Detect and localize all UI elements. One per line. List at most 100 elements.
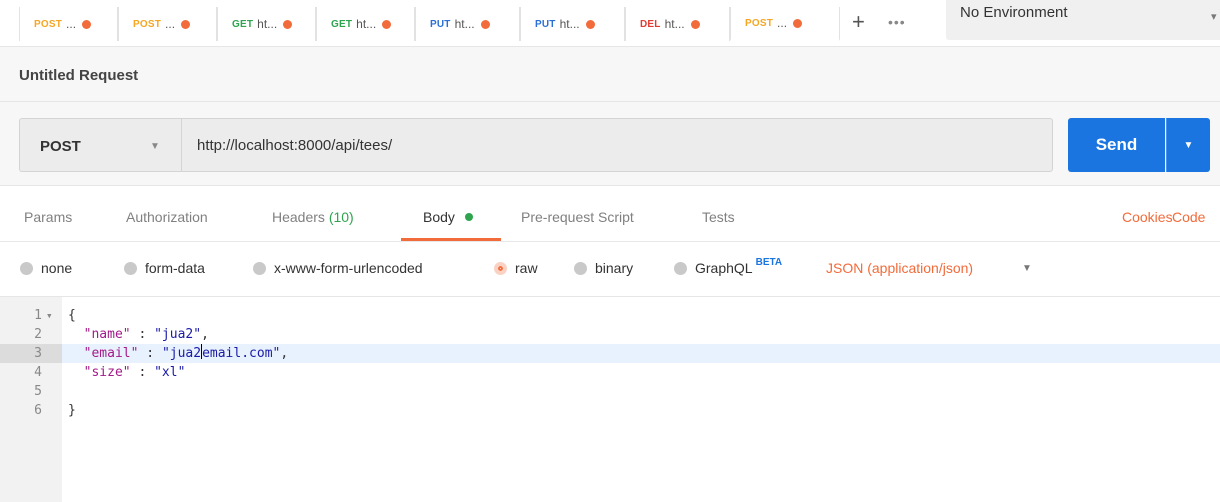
json-separator: :: [130, 365, 155, 380]
request-tab[interactable]: POST ...: [19, 7, 118, 41]
tab-method-label: POST: [34, 18, 63, 30]
unsaved-dot-icon: [283, 19, 293, 29]
request-title[interactable]: Untitled Request: [19, 67, 138, 84]
tab-params[interactable]: Params: [24, 209, 72, 225]
code-line: 1 ▾ {: [0, 306, 1220, 325]
tab-prerequest-script[interactable]: Pre-request Script: [521, 209, 634, 225]
request-tab[interactable]: POST ...: [118, 7, 217, 41]
radio-circle-icon: [674, 261, 687, 275]
tab-title: ht...: [559, 17, 580, 31]
tab-method-label: GET: [331, 18, 353, 30]
json-key: "size": [83, 365, 131, 380]
request-tab[interactable]: DEL ht...: [625, 7, 730, 41]
radio-binary-label: binary: [595, 260, 634, 276]
json-value: "jua2": [154, 327, 202, 342]
unsaved-dot-icon: [585, 19, 595, 29]
beta-badge: BETA: [755, 256, 783, 268]
tab-title: ht...: [257, 17, 278, 31]
tab-headers[interactable]: Headers (10): [272, 209, 354, 225]
json-value: email.com": [202, 346, 281, 361]
line-number: 3: [34, 346, 42, 361]
tab-title: ...: [66, 17, 77, 31]
fold-toggle-icon[interactable]: ▾: [46, 306, 53, 325]
radio-selected-icon: [494, 261, 507, 275]
tab-tests[interactable]: Tests: [702, 209, 735, 225]
code-text: }: [68, 401, 76, 420]
json-key: "email": [83, 346, 139, 361]
radio-graphql-label: GraphQL: [695, 260, 753, 276]
code-text: {: [68, 306, 76, 325]
brace-close: }: [68, 403, 76, 418]
tab-body[interactable]: Body: [423, 209, 473, 225]
request-name-bar: Untitled Request: [0, 47, 1220, 102]
chevron-down-icon: ▾: [1211, 11, 1217, 23]
body-status-dot-icon: [464, 213, 473, 221]
send-button[interactable]: Send: [1068, 118, 1165, 172]
unsaved-dot-icon: [793, 18, 803, 28]
tab-method-label: POST: [133, 18, 162, 30]
body-code-editor[interactable]: 1 ▾ { 2 "name" : "jua2", 3 "email" : "ju…: [0, 296, 1220, 502]
code-text: "size" : "xl": [68, 363, 186, 382]
radio-form-data[interactable]: form-data: [124, 260, 205, 276]
tab-title: ht...: [664, 17, 685, 31]
tab-method-label: POST: [745, 17, 774, 29]
radio-urlencoded-label: x-www-form-urlencoded: [274, 260, 423, 276]
request-tab-active[interactable]: POST ...: [730, 7, 840, 41]
tab-method-label: PUT: [430, 18, 451, 30]
tab-title: ht...: [454, 17, 475, 31]
radio-raw[interactable]: raw: [494, 260, 538, 276]
radio-none[interactable]: none: [20, 260, 72, 276]
code-text: "name" : "jua2",: [68, 325, 209, 344]
code-text: "email" : "jua2email.com",: [68, 344, 288, 363]
radio-urlencoded[interactable]: x-www-form-urlencoded: [253, 260, 423, 276]
tab-title: ht...: [356, 17, 377, 31]
unsaved-dot-icon: [82, 19, 92, 29]
radio-raw-label: raw: [515, 260, 538, 276]
unsaved-dot-icon: [382, 19, 392, 29]
content-type-select[interactable]: JSON (application/json): [826, 260, 973, 276]
request-tab[interactable]: GET ht...: [316, 7, 415, 41]
tab-title: ...: [777, 16, 788, 30]
code-link[interactable]: Code: [1172, 209, 1205, 225]
headers-count-badge: (10): [328, 209, 354, 225]
radio-form-data-label: form-data: [145, 260, 205, 276]
request-section-tabs: Params Authorization Headers (10) Body P…: [0, 186, 1220, 242]
line-number: 1: [34, 308, 42, 323]
new-tab-plus-icon[interactable]: +: [852, 11, 865, 33]
method-select[interactable]: POST ▼: [19, 118, 182, 172]
json-key: "name": [83, 327, 131, 342]
radio-circle-icon: [253, 261, 266, 275]
send-options-button[interactable]: ▼: [1166, 118, 1210, 172]
tab-method-label: PUT: [535, 18, 556, 30]
url-input[interactable]: http://localhost:8000/api/tees/: [181, 118, 1053, 172]
environment-select[interactable]: No Environment: [946, 0, 1220, 40]
line-number: 5: [34, 384, 42, 399]
radio-binary[interactable]: binary: [574, 260, 633, 276]
environment-label: No Environment: [960, 4, 1068, 21]
tab-headers-label: Headers: [272, 209, 325, 225]
request-tab[interactable]: PUT ht...: [415, 7, 520, 41]
tab-method-label: GET: [232, 18, 254, 30]
brace-open: {: [68, 308, 76, 323]
request-tab[interactable]: GET ht...: [217, 7, 316, 41]
request-tab[interactable]: PUT ht...: [520, 7, 625, 41]
active-tab-indicator: [401, 238, 501, 241]
radio-graphql[interactable]: GraphQL BETA: [674, 256, 783, 276]
unsaved-dot-icon: [480, 19, 490, 29]
radio-none-label: none: [41, 260, 73, 276]
json-value: "jua2: [161, 346, 202, 361]
cookies-link[interactable]: Cookies: [1122, 209, 1173, 225]
json-separator: :: [138, 346, 162, 361]
code-line: 2 "name" : "jua2",: [0, 325, 1220, 344]
method-label: POST: [40, 138, 81, 155]
radio-circle-icon: [574, 261, 587, 275]
radio-circle-icon: [124, 261, 137, 275]
tab-title: ...: [165, 17, 176, 31]
send-label: Send: [1095, 135, 1138, 154]
request-tab-strip: POST ... POST ... GET ht... GET ht... PU…: [0, 0, 1220, 47]
body-type-selector: none form-data x-www-form-urlencoded raw…: [0, 242, 1220, 296]
more-tabs-icon[interactable]: •••: [888, 14, 906, 30]
unsaved-dot-icon: [690, 19, 700, 29]
url-text: http://localhost:8000/api/tees/: [197, 137, 393, 154]
tab-authorization[interactable]: Authorization: [126, 209, 208, 225]
